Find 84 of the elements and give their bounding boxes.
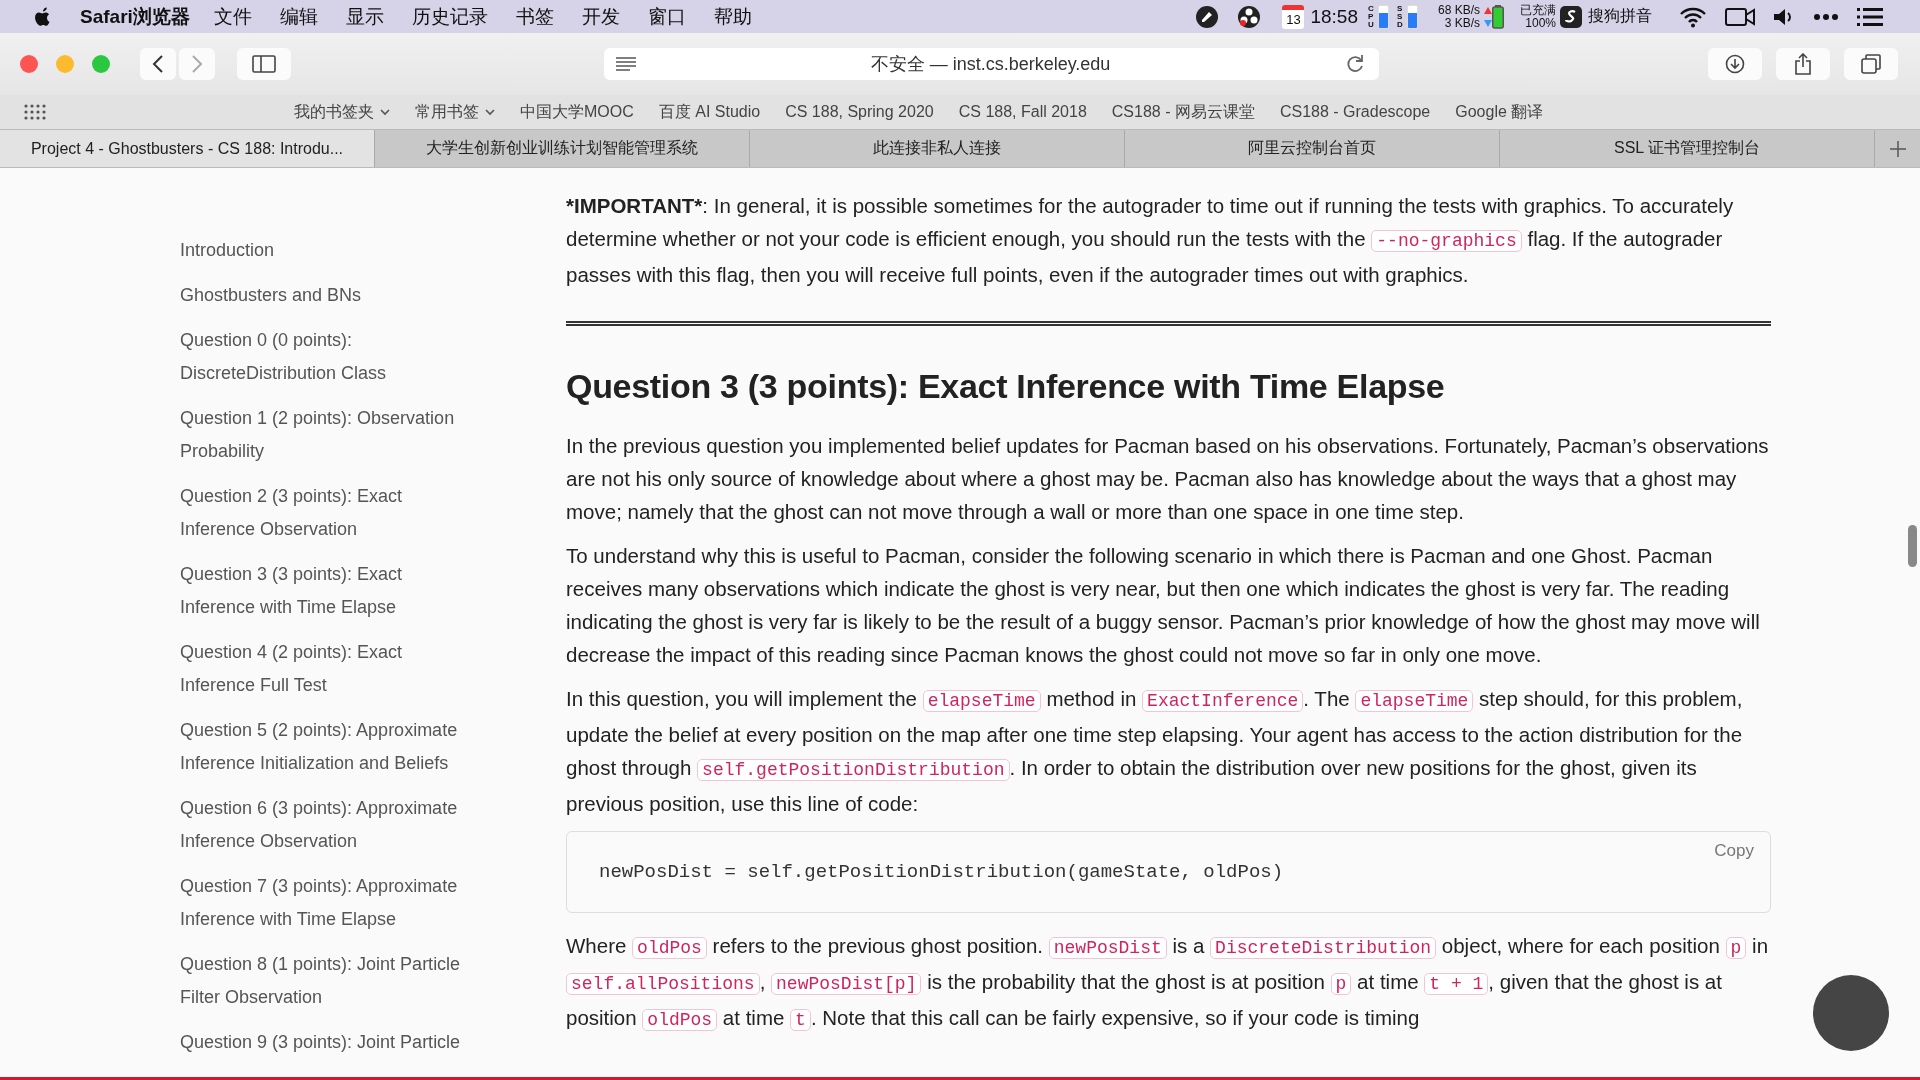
- share-icon: [1794, 53, 1812, 75]
- app-menu[interactable]: Safari浏览器: [80, 3, 190, 30]
- sidebar-link[interactable]: Question 3 (3 points): Exact Inference with Time Elapse: [180, 558, 468, 624]
- paragraph: *IMPORTANT*: In general, it is possible sometimes for the autograder to time out if running the tests with graphics. To accurately determine whether or not your code is efficient enough, you should run the tests with the --no-graphics flag. If the autograder passes with this flag, then you will receive full points, even if the autograder times out with graphics.: [566, 193, 1735, 288]
- plus-icon: [1889, 140, 1906, 157]
- browser-tab[interactable]: 大学生创新创业训练计划智能管理系统: [375, 130, 750, 167]
- meter-bar: [1406, 4, 1418, 29]
- clock-time[interactable]: 18:58: [1310, 5, 1358, 28]
- reader-icon: [616, 57, 636, 71]
- battery-status: 已充满: [1520, 3, 1556, 17]
- paragraph: In the previous question you implemented belief updates for Pacman based on his observations. Fortunately, Pacman’s observations are not his only source of knowledge about where a ghost may be. Pacman also has knowledge about the ways that a ghost may move; namely that the ghost can not move through a wall or more than one space in one time step.: [566, 432, 1770, 525]
- download-button[interactable]: [1708, 48, 1762, 80]
- browser-tab[interactable]: Project 4 - Ghostbusters - CS 188: Introdu...: [0, 130, 375, 167]
- sidebar-link[interactable]: Question 2 (3 points): Exact Inference Observation: [180, 480, 468, 546]
- tabs-icon: [1861, 54, 1881, 74]
- meter-bar: [1377, 4, 1389, 29]
- sidebar-button[interactable]: [237, 48, 291, 80]
- sidebar-link[interactable]: Question 6 (3 points): Approximate Inference Observation: [180, 792, 468, 858]
- bookmark-folder[interactable]: 我的书签夹: [294, 101, 390, 123]
- record-icon[interactable]: [1237, 4, 1262, 29]
- chevron-down-icon: [485, 108, 495, 116]
- bookmark-link[interactable]: 中国大学MOOC: [520, 101, 634, 123]
- copy-button[interactable]: Copy: [1708, 839, 1760, 862]
- download-rate: 3 KB/s: [1443, 16, 1480, 30]
- menu-item[interactable]: 窗口: [647, 3, 686, 30]
- meter-label: SSD: [1396, 4, 1404, 29]
- menu-item[interactable]: 书签: [515, 3, 554, 30]
- wifi-icon[interactable]: [1679, 5, 1707, 28]
- share-button[interactable]: [1776, 48, 1830, 80]
- menu-item[interactable]: 显示: [345, 3, 384, 30]
- input-method-icon[interactable]: [1560, 5, 1582, 28]
- close-button[interactable]: [20, 55, 38, 73]
- address-field[interactable]: 不安全 — inst.cs.berkeley.edu: [604, 48, 1379, 80]
- back-button[interactable]: [140, 48, 176, 80]
- video-camera-icon[interactable]: [1725, 6, 1755, 27]
- bookmark-link[interactable]: Google 翻译: [1455, 101, 1544, 123]
- meter-label: CPU: [1367, 4, 1375, 29]
- bookmark-link[interactable]: CS 188, Spring 2020: [785, 101, 934, 123]
- input-method-name[interactable]: 搜狗拼音: [1588, 6, 1652, 27]
- bookmark-link[interactable]: CS 188, Fall 2018: [958, 101, 1087, 123]
- sidebar-link[interactable]: Question 5 (2 points): Approximate Inference Initialization and Beliefs: [180, 714, 468, 780]
- battery-icon[interactable]: [1492, 4, 1504, 29]
- bookmark-link[interactable]: CS188 - Gradescope: [1279, 101, 1431, 123]
- sidebar-link[interactable]: Ghostbusters and BNs: [180, 279, 468, 312]
- menu-item[interactable]: 开发: [581, 3, 620, 30]
- bookmark-link[interactable]: CS188 - 网易云课堂: [1111, 101, 1255, 123]
- menu-item[interactable]: 帮助: [713, 3, 752, 30]
- calendar-day: 13: [1286, 12, 1301, 26]
- browser-tab[interactable]: 阿里云控制台首页: [1125, 130, 1500, 167]
- upload-rate: 68 KB/s: [1437, 3, 1480, 17]
- tabs-overview-button[interactable]: [1844, 48, 1898, 80]
- menu-item[interactable]: 编辑: [279, 3, 318, 30]
- chevron-down-icon: [380, 108, 390, 116]
- browser-tab[interactable]: SSL 证书管理控制台: [1500, 130, 1875, 167]
- sidebar-link[interactable]: Question 0 (0 points): DiscreteDistribution Class: [180, 324, 468, 390]
- paragraph: In this question, you will implement the elapseTime method in ExactInference . The elapseTime step should, for this problem, update the belief at every position on the map after one time step elapsing. Your agent has access to the action distribution for the ghost through self.getPositionDistribution . In order to obtain the distribution over new positions for the ghost, given its previous position, use this line of code:: [566, 685, 1744, 817]
- forward-icon: [191, 54, 203, 74]
- sidebar-link[interactable]: Question 1 (2 points): Observation Probability: [180, 402, 468, 468]
- reload-icon: [1345, 54, 1365, 74]
- back-icon: [152, 54, 164, 74]
- section-heading: Question 3 (3 points): Exact Inference with Time Elapse: [566, 366, 1446, 407]
- apple-logo-icon[interactable]: [32, 5, 52, 28]
- sidebar-link[interactable]: Question 4 (2 points): Exact Inference Full Test: [180, 636, 468, 702]
- paragraph: To understand why this is useful to Pacman, consider the following scenario in which there is Pacman and one Ghost. Pacman receives many observations which indicate the ghost is very near, but then one which indicates the ghost is very far. The reading indicating the ghost is very far is likely to be the result of a buggy sensor. Pacman’s prior knowledge of how the ghost may move will decrease the impact of this reading since Pacman knows the ghost could not move so far in only one move.: [566, 542, 1761, 668]
- up-down-arrows-icon: [1484, 5, 1492, 28]
- browser-tab[interactable]: 此连接非私人连接: [750, 130, 1125, 167]
- menu-item[interactable]: 历史记录: [411, 3, 488, 30]
- sidebar-link[interactable]: Question 9 (3 points): Joint Particle: [180, 1026, 468, 1059]
- code-line: newPosDist = self.getPositionDistribution(gameState, oldPos): [599, 860, 1284, 883]
- sidebar-link[interactable]: Question 8 (1 points): Joint Particle Filter Observation: [180, 948, 468, 1014]
- download-icon: [1725, 54, 1745, 74]
- scrollbar-thumb[interactable]: [1908, 525, 1917, 567]
- sidebar-link[interactable]: Introduction: [180, 234, 468, 267]
- paragraph: Where oldPos refers to the previous ghost position. newPosDist is a DiscreteDistribution object, where for each position p in self.allPositions , newPosDist[p] is the probability that the ghost is at position p at time t + 1 , given that the ghost is at position oldPos at time t . Note that this call can be fairly expensive, so if your code is timing: [566, 932, 1770, 1033]
- bookmark-link[interactable]: 百度 AI Studio: [658, 101, 761, 123]
- bookmark-folder[interactable]: 常用书签: [415, 101, 495, 123]
- list-icon[interactable]: [1857, 6, 1883, 27]
- more-icon[interactable]: [1813, 12, 1839, 21]
- battery-percent: 100%: [1525, 16, 1556, 30]
- sidebar-link[interactable]: Question 7 (3 points): Approximate Inference with Time Elapse: [180, 870, 468, 936]
- pen-icon[interactable]: [1195, 4, 1220, 29]
- sidebar-icon: [252, 55, 276, 73]
- apps-grid-icon[interactable]: [24, 104, 46, 120]
- menu-item[interactable]: 文件: [213, 3, 252, 30]
